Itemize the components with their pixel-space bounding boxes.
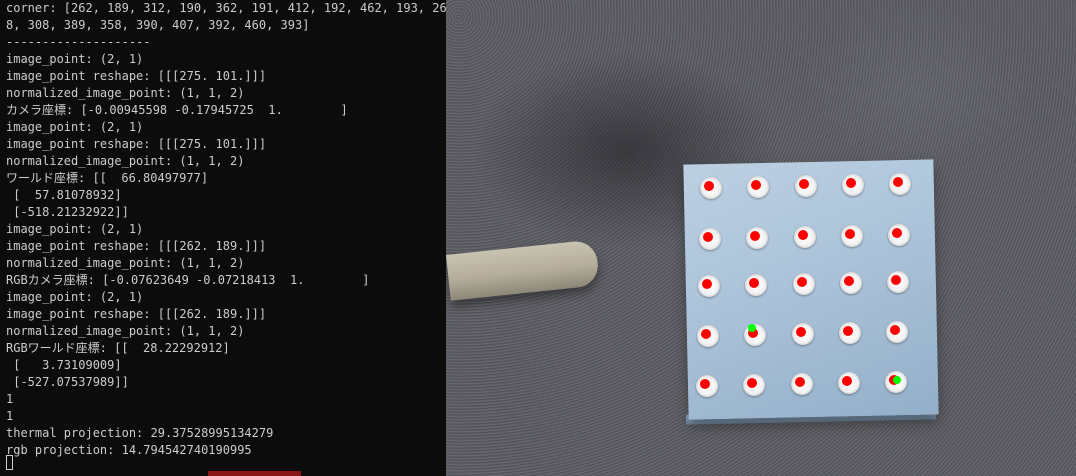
projected-point-red <box>795 377 805 387</box>
terminal-line: [-518.21232922]] <box>6 205 129 219</box>
projected-point-red <box>893 177 903 187</box>
terminal-line: corner: [262, 189, 312, 190, 362, 191, 4… <box>6 1 446 15</box>
projected-point-red <box>701 329 711 339</box>
projected-point-red <box>747 378 757 388</box>
terminal-line: カメラ座標: [-0.00945598 -0.17945725 1. ] <box>6 103 348 117</box>
terminal-line: -------------------- <box>6 35 151 49</box>
terminal-line: 1 <box>6 392 14 406</box>
terminal-line: normalized_image_point: (1, 1, 2) <box>6 256 245 270</box>
projected-point-red <box>796 327 806 337</box>
terminal-line: image_point: (2, 1) <box>6 222 144 236</box>
projected-point-red <box>846 178 856 188</box>
projected-point-red <box>702 279 712 289</box>
projected-point-red <box>749 278 759 288</box>
projected-point-red <box>891 275 901 285</box>
terminal-line: normalized_image_point: (1, 1, 2) <box>6 324 245 338</box>
projected-point-red <box>845 229 855 239</box>
terminal-line: image_point: (2, 1) <box>6 52 144 66</box>
terminal-line: image_point: (2, 1) <box>6 290 144 304</box>
projected-point-red <box>890 325 900 335</box>
chair-armrest <box>446 239 600 301</box>
projected-point-red <box>842 376 852 386</box>
terminal-line: [ 3.73109009] <box>6 358 122 372</box>
terminal-line: 1 <box>6 409 14 423</box>
terminal-line: image_point reshape: [[[275. 101.]]] <box>6 137 267 151</box>
projected-point-red <box>843 326 853 336</box>
projected-point-red <box>751 180 761 190</box>
terminal-line: RGBワールド座標: [[ 28.22292912] <box>6 341 230 355</box>
terminal-line: ワールド座標: [[ 66.80497977] <box>6 171 209 185</box>
terminal-line: image_point: (2, 1) <box>6 120 144 134</box>
projected-point-red <box>798 230 808 240</box>
terminal-line: [ 57.81078932] <box>6 188 122 202</box>
terminal-line: image_point reshape: [[[262. 189.]]] <box>6 239 267 253</box>
projected-point-red <box>703 232 713 242</box>
terminal-scroll-accent <box>208 471 301 476</box>
projected-point-red <box>797 277 807 287</box>
terminal-line: [-527.07537989]] <box>6 375 129 389</box>
camera-image <box>446 0 1076 476</box>
projected-point-red <box>704 181 714 191</box>
projected-point-red <box>799 179 809 189</box>
projected-point-red <box>892 228 902 238</box>
terminal-line: normalized_image_point: (1, 1, 2) <box>6 86 245 100</box>
projected-point-red <box>700 379 710 389</box>
terminal-line: rgb projection: 14.794542740190995 <box>6 443 252 457</box>
terminal-line: RGBカメラ座標: [-0.07623649 -0.07218413 1. ] <box>6 273 370 287</box>
terminal-output: corner: [262, 189, 312, 190, 362, 191, 4… <box>0 0 446 476</box>
terminal-line: 8, 308, 389, 358, 390, 407, 392, 460, 39… <box>6 18 310 32</box>
detected-point-green <box>893 376 901 384</box>
detected-point-green <box>748 324 756 332</box>
terminal-line: image_point reshape: [[[275. 101.]]] <box>6 69 267 83</box>
projected-point-red <box>844 276 854 286</box>
terminal-line: normalized_image_point: (1, 1, 2) <box>6 154 245 168</box>
projected-point-red <box>750 231 760 241</box>
terminal-line: image_point reshape: [[[262. 189.]]] <box>6 307 267 321</box>
terminal-line: thermal projection: 29.37528995134279 <box>6 426 274 440</box>
terminal-cursor <box>6 455 13 470</box>
